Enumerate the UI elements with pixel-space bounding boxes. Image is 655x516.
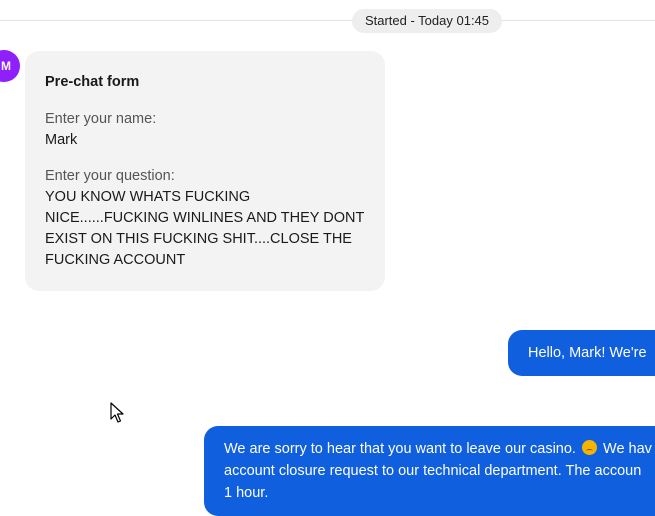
message-text: We hav (603, 441, 652, 457)
sad-face-emoji-icon (581, 440, 597, 455)
prechat-field-question: Enter your question: YOU KNOW WHATS FUCK… (45, 167, 365, 271)
timeline-divider-left (0, 20, 352, 21)
field-label: Enter your question: (45, 168, 175, 184)
mouse-cursor-icon (110, 402, 124, 423)
agent-message-closure: We are sorry to hear that you want to le… (204, 426, 655, 516)
field-value: Mark (45, 132, 78, 148)
timeline-divider-right (502, 20, 655, 21)
field-value: YOU KNOW WHATS FUCKING NICE......FUCKING… (45, 189, 365, 268)
message-line: account closure request to our technical… (224, 463, 642, 479)
prechat-form-card: Pre-chat form Enter your name: Mark Ente… (25, 51, 385, 291)
customer-avatar: M (0, 50, 20, 82)
message-line: We are sorry to hear that you want to le… (224, 438, 655, 460)
prechat-title: Pre-chat form (45, 74, 140, 90)
message-text: We are sorry to hear that you want to le… (224, 441, 576, 457)
field-label: Enter your name: (45, 111, 157, 127)
conversation-started-badge: Started - Today 01:45 (352, 9, 502, 33)
message-line: 1 hour. (224, 485, 269, 501)
message-text: Hello, Mark! We're (528, 345, 647, 361)
prechat-field-name: Enter your name: Mark (45, 110, 365, 151)
agent-message-hello: Hello, Mark! We're (508, 330, 655, 376)
